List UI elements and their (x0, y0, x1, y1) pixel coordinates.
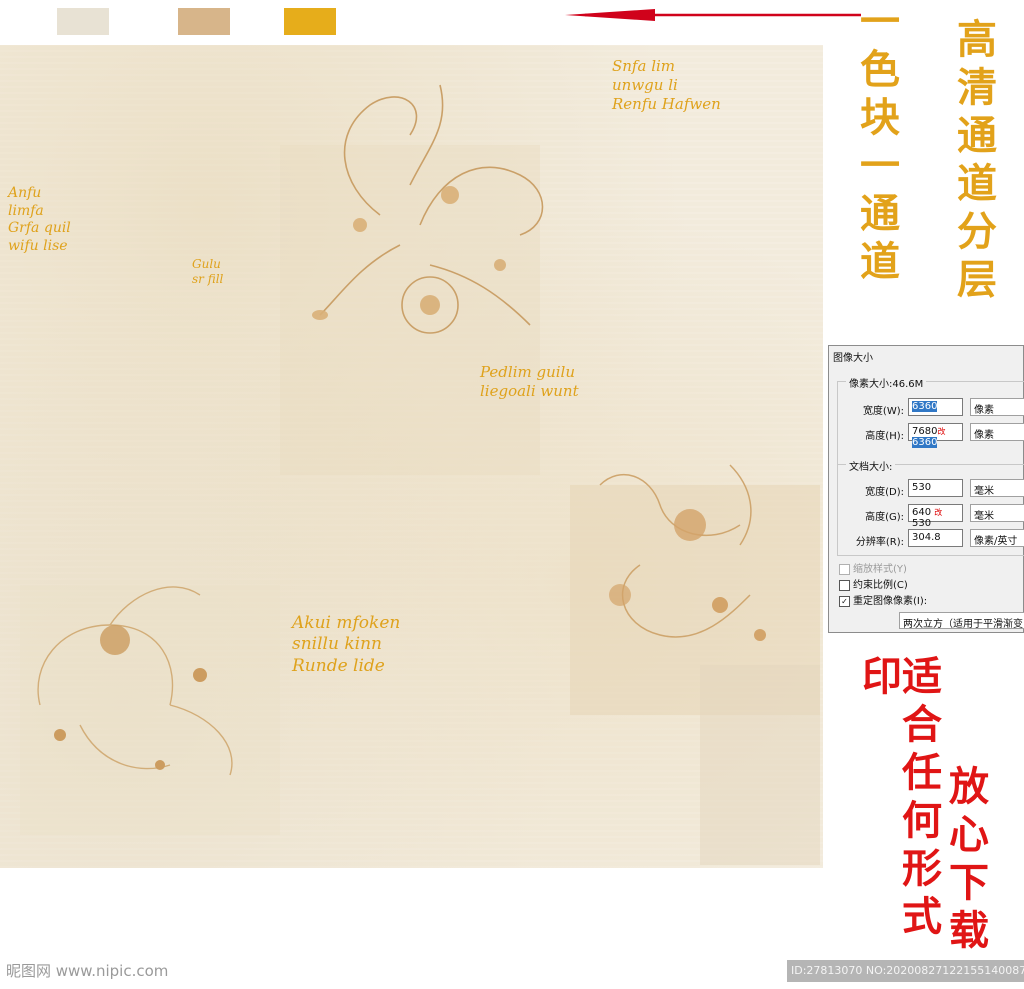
pixel-height-unit-select[interactable]: 像素 (970, 423, 1024, 441)
script-text-4: Pedlim guilu liegoali wunt (480, 363, 579, 400)
resample-method-select[interactable]: 两次立方（适用于平滑渐变 (899, 612, 1024, 629)
doc-height-row: 高度(G): 640 改 530 毫米 (838, 504, 1024, 529)
script-text-5: Akui mfoken snillu kinn Runde lide (292, 613, 401, 676)
download-note: 放心下载 (942, 765, 989, 957)
doc-height-label: 高度(G): (865, 512, 904, 523)
doc-width-label: 宽度(D): (865, 487, 904, 498)
pixel-size-group: 像素大小:46.6M 宽度(W): 6360 像素 高度(H): 7680改63… (837, 375, 1024, 465)
pixel-width-label: 宽度(W): (862, 406, 904, 417)
id-watermark: ID:27813070 NO:20200827122155140087 (787, 960, 1024, 982)
constrain-proportions-checkbox[interactable]: 约束比例(C) (839, 576, 908, 591)
pixel-height-label: 高度(H): (865, 431, 904, 442)
swatch-cream (57, 8, 109, 35)
print-note: 适合任何形式印 (855, 655, 942, 943)
swatch-gold (284, 8, 336, 35)
floral-motif-top (312, 84, 544, 334)
swatch-tan (178, 8, 230, 35)
pixel-width-row: 宽度(W): 6360 像素 (838, 398, 1024, 418)
doc-width-row: 宽度(D): 530 毫米 (838, 479, 1024, 499)
channel-note: 一色块一通道 (853, 0, 900, 288)
doc-height-input[interactable]: 640 改 530 (908, 504, 963, 529)
document-size-label: 文档大小: (846, 458, 896, 473)
resolution-row: 分辨率(R): 304.8 像素/英寸 (838, 529, 1024, 549)
floral-motif-right (599, 464, 766, 641)
pixel-height-row: 高度(H): 7680改6360 像素 (838, 423, 1024, 448)
resolution-label: 分辨率(R): (855, 537, 904, 548)
pixel-width-unit-select[interactable]: 像素 (970, 398, 1024, 416)
script-text-3: Gulu sr fill (192, 257, 224, 286)
script-text-2: Anfu limfa Grfa quil wifu lise (8, 185, 71, 254)
pixel-width-input[interactable]: 6360 (908, 398, 963, 416)
scale-styles-checkbox[interactable]: 缩放样式(Y) (839, 560, 907, 575)
resolution-input[interactable]: 304.8 (908, 529, 963, 547)
doc-width-input[interactable]: 530 (908, 479, 963, 497)
hd-layer-note: 高清通道分层 (950, 18, 997, 306)
script-text-1: Snfa lim unwgu li Renfu Hafwen (612, 57, 721, 113)
doc-height-unit-select[interactable]: 毫米 (970, 504, 1024, 522)
wallpaper-pattern: Snfa lim unwgu li Renfu Hafwen Anfu limf… (0, 45, 823, 868)
document-size-group: 文档大小: 宽度(D): 530 毫米 高度(G): 640 改 530 毫米 … (837, 458, 1024, 556)
floral-motif-bottom-left (37, 586, 233, 776)
pixel-size-label: 像素大小:46.6M (846, 375, 927, 390)
resolution-unit-select[interactable]: 像素/英寸 (970, 529, 1024, 547)
resample-checkbox[interactable]: ✓ 重定图像像素(I): (839, 592, 927, 607)
image-size-dialog: 图像大小 像素大小:46.6M 宽度(W): 6360 像素 高度(H): 76… (828, 345, 1024, 633)
dialog-title: 图像大小 (833, 353, 873, 364)
pixel-height-input[interactable]: 7680改6360 (908, 423, 963, 448)
doc-width-unit-select[interactable]: 毫米 (970, 479, 1024, 497)
site-watermark: 昵图网 www.nipic.com (6, 962, 169, 980)
